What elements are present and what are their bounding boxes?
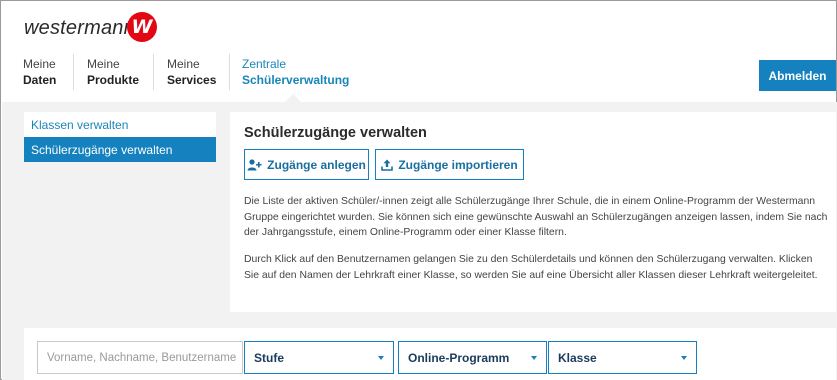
nav-item-meine-produkte[interactable]: Meine Produkte <box>87 56 139 88</box>
app-window: westermann W Meine Daten Meine Produkte … <box>0 0 837 380</box>
description-paragraph: Die Liste der aktiven Schüler/-innen zei… <box>244 196 828 239</box>
chevron-down-icon <box>531 355 537 360</box>
nav-item-line1: Zentrale <box>242 57 287 71</box>
page-title: Schülerzugänge verwalten <box>244 125 427 141</box>
logout-button[interactable]: Abmelden <box>759 60 836 91</box>
klasse-select-label: Klasse <box>558 350 597 365</box>
brand-logo-icon[interactable]: W <box>127 12 157 42</box>
nav-item-meine-daten[interactable]: Meine Daten <box>23 56 56 88</box>
chevron-down-icon <box>681 355 687 360</box>
sidebar-item-klassen-verwalten[interactable]: Klassen verwalten <box>24 112 216 137</box>
stufe-select[interactable]: Stufe <box>244 341 394 374</box>
nav-divider <box>73 54 74 90</box>
import-accounts-button[interactable]: Zugänge importieren <box>375 149 524 180</box>
active-nav-indicator <box>285 94 301 102</box>
stufe-select-label: Stufe <box>254 350 284 365</box>
add-user-icon <box>247 158 262 170</box>
nav-item-line2: Schülerverwaltung <box>242 73 350 87</box>
filter-bar: Stufe Online-Programm Klasse <box>24 328 836 380</box>
nav-divider <box>229 54 230 90</box>
main-panel: Schülerzugänge verwalten Zugänge anlegen… <box>230 112 836 312</box>
search-input[interactable] <box>37 341 243 374</box>
import-accounts-label: Zugänge importieren <box>398 157 518 172</box>
chevron-down-icon <box>378 355 384 360</box>
nav-item-line2: Services <box>167 73 217 87</box>
nav-item-line1: Meine <box>87 57 120 71</box>
add-accounts-label: Zugänge anlegen <box>267 157 366 172</box>
nav-item-meine-services[interactable]: Meine Services <box>167 56 216 88</box>
sidebar: Klassen verwalten Schülerzugänge verwalt… <box>24 112 216 162</box>
klasse-select[interactable]: Klasse <box>548 341 697 374</box>
nav-item-line1: Meine <box>167 57 200 71</box>
nav-item-line1: Meine <box>23 57 56 71</box>
upload-icon <box>381 159 394 171</box>
page-header: westermann W Meine Daten Meine Produkte … <box>2 2 836 102</box>
add-accounts-button[interactable]: Zugänge anlegen <box>244 149 369 180</box>
nav-item-line2: Daten <box>23 73 57 87</box>
sidebar-item-schuelerzugaenge-verwalten[interactable]: Schülerzugänge verwalten <box>24 137 216 162</box>
instructions-paragraph: Durch Klick auf den Benutzernamen gelang… <box>244 254 818 281</box>
nav-item-zentrale-schuelerverwaltung[interactable]: Zentrale Schülerverwaltung <box>242 56 349 88</box>
nav-divider <box>153 54 154 90</box>
brand-logo-text[interactable]: westermann <box>24 17 135 40</box>
online-programm-select-label: Online-Programm <box>408 350 510 365</box>
nav-item-line2: Produkte <box>87 73 140 87</box>
online-programm-select[interactable]: Online-Programm <box>398 341 547 374</box>
